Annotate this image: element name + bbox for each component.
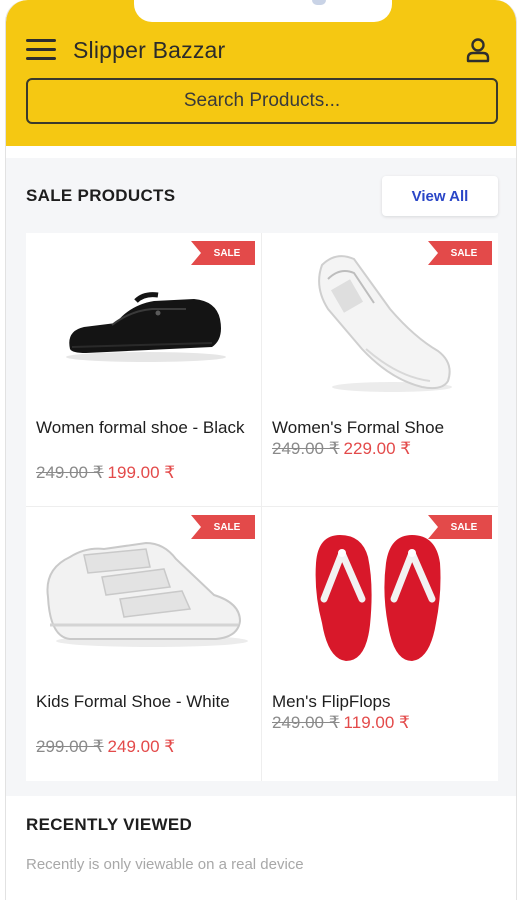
hamburger-menu-icon[interactable] — [26, 39, 56, 61]
sale-section-title: SALE PRODUCTS — [26, 186, 176, 205]
recently-viewed-title: RECENTLY VIEWED — [26, 815, 193, 834]
recently-viewed-section: RECENTLY VIEWED Recently is only viewabl… — [6, 796, 516, 900]
app-screen: Slipper Bazzar Search Products... SALE P… — [5, 0, 517, 900]
white-velcro-shoe-icon — [46, 541, 248, 647]
sale-price: 229.00 ₹ — [343, 439, 412, 458]
sale-price: 249.00 ₹ — [107, 737, 176, 756]
white-formal-shoe-icon — [318, 255, 452, 392]
product-card[interactable]: SALE Kids Formal Shoe - White 299.00 ₹24… — [26, 507, 262, 781]
product-name: Men's FlipFlops — [272, 692, 391, 711]
product-name: Kids Formal Shoe - White — [36, 692, 230, 711]
sale-price: 199.00 ₹ — [107, 463, 176, 482]
old-price: 299.00 ₹ — [36, 737, 104, 756]
sale-price: 119.00 ₹ — [343, 713, 410, 732]
old-price: 249.00 ₹ — [272, 713, 340, 732]
product-price: 249.00 ₹199.00 ₹ — [36, 463, 175, 483]
recently-viewed-note: Recently is only viewable on a real devi… — [26, 856, 304, 873]
search-input[interactable]: Search Products... — [26, 78, 498, 124]
product-card[interactable]: SALE Women's Formal Shoe 249.00 ₹229.00 … — [262, 233, 498, 507]
product-card[interactable]: SALE Men's FlipFlops 249.00 ₹119.00 ₹ — [262, 507, 498, 781]
product-price: 299.00 ₹249.00 ₹ — [36, 737, 175, 757]
app-header: Slipper Bazzar Search Products... — [6, 0, 516, 146]
header-divider — [6, 146, 516, 158]
product-card[interactable]: SALE Women formal shoe - Black 249.00 ₹1… — [26, 233, 262, 507]
app-title: Slipper Bazzar — [73, 37, 226, 63]
view-all-button[interactable]: View All — [382, 176, 498, 216]
sale-products-grid: SALE Women formal shoe - Black 249.00 ₹1… — [26, 233, 498, 781]
black-formal-shoe-icon — [66, 292, 226, 362]
product-name: Women formal shoe - Black — [36, 418, 245, 437]
product-name: Women's Formal Shoe — [272, 418, 445, 437]
red-flipflops-icon — [315, 535, 441, 661]
device-notch — [134, 0, 392, 22]
old-price: 249.00 ₹ — [272, 439, 340, 458]
product-price: 249.00 ₹119.00 ₹ — [272, 713, 410, 733]
user-profile-icon[interactable] — [465, 37, 491, 63]
old-price: 249.00 ₹ — [36, 463, 104, 482]
product-price: 249.00 ₹229.00 ₹ — [272, 439, 411, 459]
